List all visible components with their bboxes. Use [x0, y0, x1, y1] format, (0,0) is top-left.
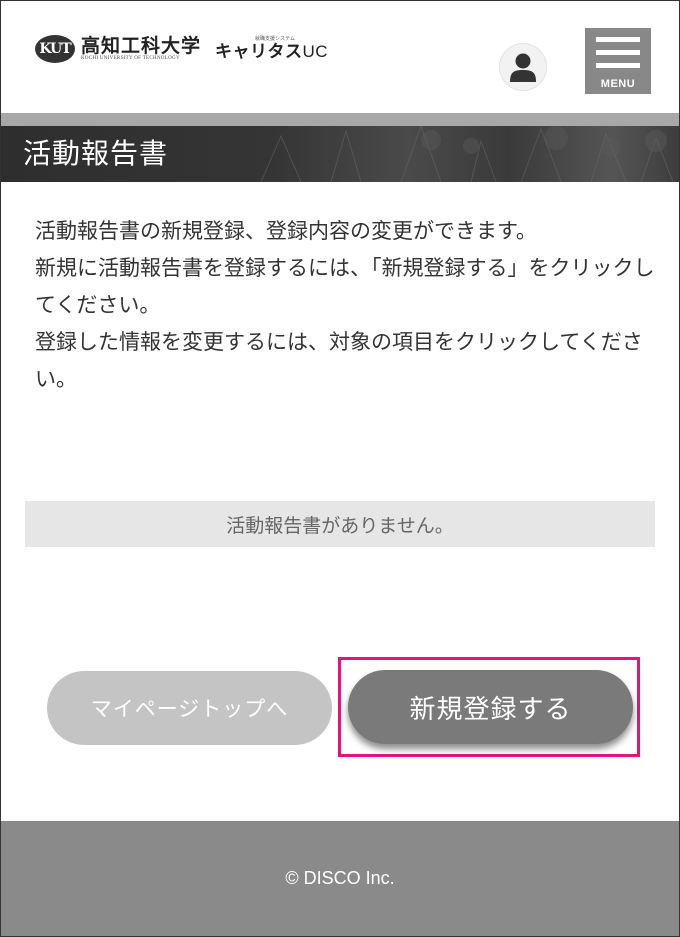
- university-emblem: KUT: [35, 35, 75, 63]
- university-logo-text: 高知工科大学 KOCHI UNIVERSITY OF TECHNOLOGY: [81, 36, 201, 62]
- avatar[interactable]: [499, 43, 547, 91]
- menu-bar-2: [596, 50, 640, 55]
- page-title: 活動報告書: [23, 137, 169, 170]
- footer: © DISCO Inc.: [1, 821, 679, 936]
- title-bar: 活動報告書: [1, 126, 679, 182]
- empty-message: 活動報告書がありません。: [25, 501, 655, 547]
- user-icon: [510, 53, 536, 82]
- career-system-name-text: キャリタス: [215, 42, 303, 62]
- career-system-name: キャリタスUC: [215, 42, 328, 62]
- title-bar-accent: [1, 113, 679, 126]
- career-system-suffix: UC: [302, 42, 329, 61]
- new-register-button[interactable]: 新規登録する: [348, 670, 633, 744]
- menu-bar-1: [596, 37, 640, 42]
- menu-label: MENU: [600, 78, 636, 90]
- page-description: 活動報告書の新規登録、登録内容の変更ができます。 新規に活動報告書を登録するには…: [35, 213, 655, 398]
- menu-button[interactable]: MENU: [585, 28, 651, 94]
- university-name-en: KOCHI UNIVERSITY OF TECHNOLOGY: [81, 56, 180, 61]
- university-name: 高知工科大学: [81, 35, 202, 57]
- header: KUT 高知工科大学 KOCHI UNIVERSITY OF TECHNOLOG…: [1, 1, 679, 113]
- copyright-text: © DISCO Inc.: [285, 868, 395, 888]
- app-frame: KUT 高知工科大学 KOCHI UNIVERSITY OF TECHNOLOG…: [0, 0, 680, 937]
- description-line: 登録した情報を変更するには、対象の項目をクリックしてください。: [35, 330, 643, 391]
- career-system-logo: 就職支援システム キャリタスUC: [215, 36, 328, 62]
- logo-group[interactable]: KUT 高知工科大学 KOCHI UNIVERSITY OF TECHNOLOG…: [35, 35, 328, 63]
- description-line: 新規に活動報告書を登録するには、「新規登録する」をクリックしてください。: [35, 256, 655, 317]
- menu-bar-3: [596, 63, 640, 68]
- description-line: 活動報告書の新規登録、登録内容の変更ができます。: [35, 219, 537, 243]
- mypage-top-button[interactable]: マイページトップへ: [47, 671, 332, 745]
